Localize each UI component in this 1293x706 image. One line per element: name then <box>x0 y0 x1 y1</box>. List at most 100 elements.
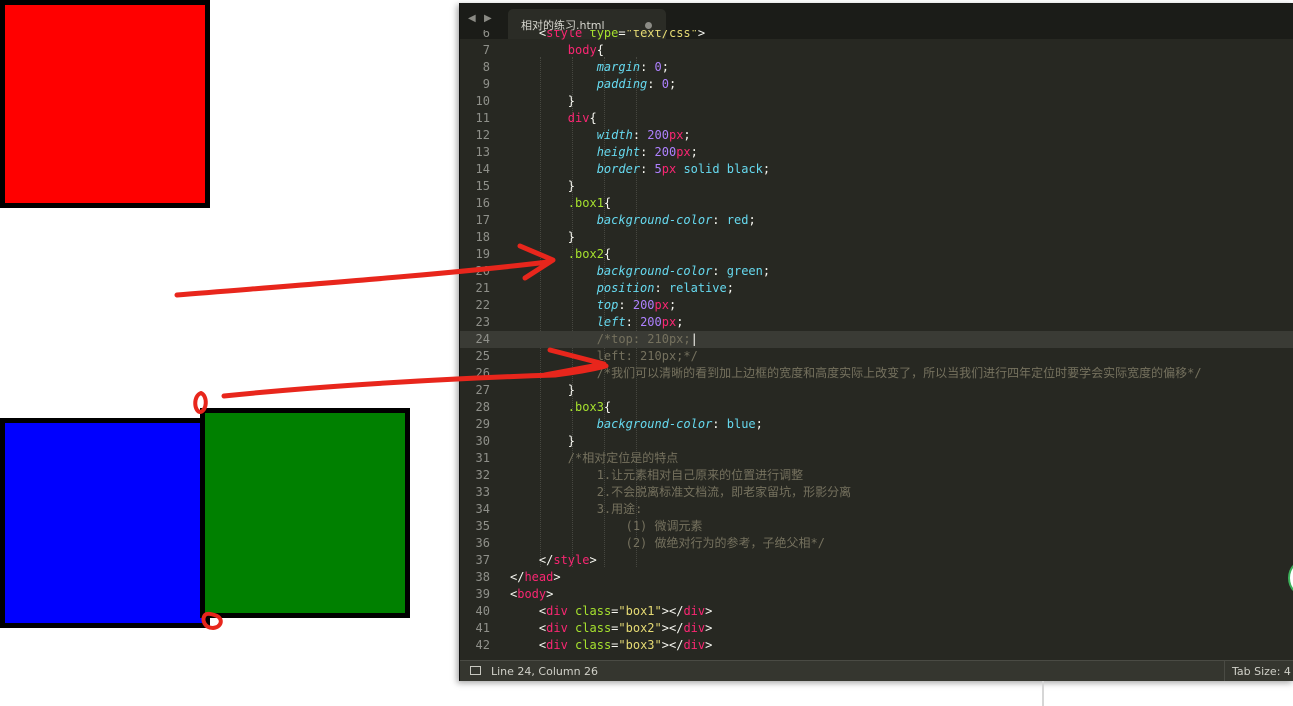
line-number: 22 <box>475 298 490 312</box>
line-number: 38 <box>475 570 490 584</box>
code-line[interactable]: 23 left: 200px; <box>460 314 1293 331</box>
line-number: 40 <box>475 604 490 618</box>
line-number: 19 <box>475 247 490 261</box>
line-number: 20 <box>475 264 490 278</box>
code-line[interactable]: 35 (1) 微调元素 <box>460 518 1293 535</box>
tab-forward-arrow-icon[interactable]: ▶ <box>484 13 492 24</box>
code-text: position: relative; <box>596 281 734 295</box>
unsaved-dot-icon[interactable] <box>645 22 652 29</box>
code-line[interactable]: 18 } <box>460 229 1293 246</box>
line-number: 9 <box>482 77 490 91</box>
code-line[interactable]: 40 <div class="box1"></div> <box>460 603 1293 620</box>
line-number: 26 <box>475 366 490 380</box>
code-line[interactable]: 9 padding: 0; <box>460 76 1293 93</box>
code-area[interactable]: 6 <style type="text/css"> 7 body{8 margin… <box>460 30 1293 660</box>
code-text: </head> <box>510 570 561 584</box>
code-text: .box3{ <box>567 400 612 414</box>
line-number: 18 <box>475 230 490 244</box>
code-text: } <box>510 179 576 193</box>
line-number: 8 <box>482 60 490 74</box>
code-text: /*top: 210px;| <box>596 332 698 346</box>
code-line[interactable]: 22 top: 200px; <box>460 297 1293 314</box>
code-text: .box2{ <box>567 247 612 261</box>
code-text: } <box>510 230 576 244</box>
code-text: (2) 做绝对行为的参考，子绝父相*/ <box>625 536 825 550</box>
line-number: 31 <box>475 451 490 465</box>
code-text: <div class="box3"></div> <box>510 638 713 652</box>
code-line[interactable]: 11 div{ <box>460 110 1293 127</box>
line-number: 35 <box>475 519 490 533</box>
code-line[interactable]: 15 } <box>460 178 1293 195</box>
line-number: 29 <box>475 417 490 431</box>
code-line[interactable]: 17 background-color: red; <box>460 212 1293 229</box>
code-text: left: 200px; <box>596 315 684 329</box>
background-window-edge <box>1042 681 1044 706</box>
code-line[interactable]: 27 } <box>460 382 1293 399</box>
line-number: 42 <box>475 638 490 652</box>
code-line[interactable]: 26 /*我们可以清晰的看到加上边框的宽度和高度实际上改变了，所以当我们进行四年… <box>460 365 1293 382</box>
code-line[interactable]: 38 </head> <box>460 569 1293 586</box>
code-editor-window: ◀ ▶ 相对的练习.html 6 <style type="text/css">… <box>459 3 1293 681</box>
code-line[interactable]: 41 <div class="box2"></div> <box>460 620 1293 637</box>
code-text: <style type="text/css"> <box>510 30 706 40</box>
status-divider <box>1224 661 1225 681</box>
line-number: 16 <box>475 196 490 210</box>
code-line[interactable]: 12 width: 200px; <box>460 127 1293 144</box>
line-number: 23 <box>475 315 490 329</box>
code-line[interactable]: 33 2.不会脱离标准文档流，即老家留坑，形影分离 <box>460 484 1293 501</box>
line-number: 41 <box>475 621 490 635</box>
code-line[interactable]: 6 <style type="text/css"> <box>460 30 1293 42</box>
code-line[interactable]: 14 border: 5px solid black; <box>460 161 1293 178</box>
line-number: 36 <box>475 536 490 550</box>
code-text: background-color: blue; <box>596 417 763 431</box>
tab-back-arrow-icon[interactable]: ◀ <box>468 13 476 24</box>
line-number: 21 <box>475 281 490 295</box>
code-line[interactable]: 20 background-color: green; <box>460 263 1293 280</box>
code-line[interactable]: 31 /*相对定位是的特点 <box>460 450 1293 467</box>
panel-toggle-icon[interactable] <box>470 666 481 675</box>
code-line[interactable]: 37 </style> <box>460 552 1293 569</box>
tab-size-indicator[interactable]: Tab Size: 4 <box>1232 665 1291 678</box>
code-text: width: 200px; <box>596 128 691 142</box>
code-line[interactable]: 21 position: relative; <box>460 280 1293 297</box>
code-line[interactable]: 42 <div class="box3"></div> <box>460 637 1293 654</box>
blue-box <box>0 418 210 628</box>
code-line[interactable]: 24 /*top: 210px;| <box>460 331 1293 348</box>
code-line[interactable]: 28 .box3{ <box>460 399 1293 416</box>
code-text: <div class="box2"></div> <box>510 621 713 635</box>
code-line[interactable]: 7 body{ <box>460 42 1293 59</box>
code-line[interactable]: 32 1.让元素相对自己原来的位置进行调整 <box>460 467 1293 484</box>
code-line[interactable]: 29 background-color: blue; <box>460 416 1293 433</box>
code-text: } <box>510 94 576 108</box>
line-number: 10 <box>475 94 490 108</box>
line-number: 24 <box>475 332 490 346</box>
code-line[interactable]: 16 .box1{ <box>460 195 1293 212</box>
line-number: 27 <box>475 383 490 397</box>
code-text: .box1{ <box>567 196 612 210</box>
line-number: 25 <box>475 349 490 363</box>
line-number: 33 <box>475 485 490 499</box>
cursor-position: Line 24, Column 26 <box>491 665 599 678</box>
code-text: /*我们可以清晰的看到加上边框的宽度和高度实际上改变了，所以当我们进行四年定位时… <box>596 366 1202 380</box>
code-text: </style> <box>510 553 597 567</box>
code-line[interactable]: 30 } <box>460 433 1293 450</box>
line-number: 7 <box>482 43 490 57</box>
line-number: 6 <box>482 30 490 40</box>
code-text: /*相对定位是的特点 <box>567 451 679 465</box>
line-number: 28 <box>475 400 490 414</box>
code-line[interactable]: 19 .box2{ <box>460 246 1293 263</box>
code-line[interactable]: 34 3.用途: <box>460 501 1293 518</box>
code-line[interactable]: 8 margin: 0; <box>460 59 1293 76</box>
line-number: 39 <box>475 587 490 601</box>
code-line[interactable]: 39 <body> <box>460 586 1293 603</box>
code-text: padding: 0; <box>596 77 677 91</box>
line-number: 15 <box>475 179 490 193</box>
status-bar: Line 24, Column 26 Tab Size: 4 <box>460 660 1293 681</box>
code-line[interactable]: 25 left: 210px;*/ <box>460 348 1293 365</box>
code-text: 2.不会脱离标准文档流，即老家留坑，形影分离 <box>596 485 852 499</box>
code-line[interactable]: 36 (2) 做绝对行为的参考，子绝父相*/ <box>460 535 1293 552</box>
green-box <box>200 408 410 618</box>
code-line[interactable]: 13 height: 200px; <box>460 144 1293 161</box>
code-text: } <box>510 434 576 448</box>
code-line[interactable]: 10 } <box>460 93 1293 110</box>
